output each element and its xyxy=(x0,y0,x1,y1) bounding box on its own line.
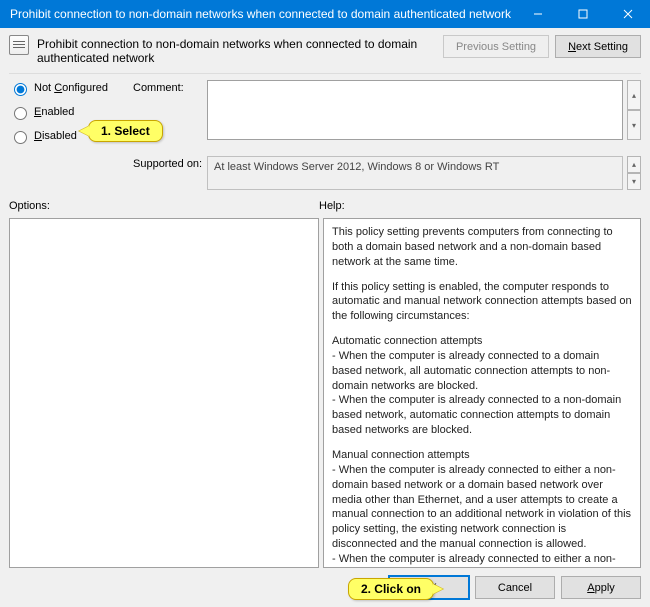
help-text: - When the computer is already connected… xyxy=(332,393,632,438)
radio-disabled-input[interactable] xyxy=(14,131,27,144)
radio-not-configured[interactable]: Not Configured xyxy=(9,80,129,96)
annotation-click: 2. Click on xyxy=(348,578,434,600)
policy-title: Prohibit connection to non-domain networ… xyxy=(37,35,435,65)
radio-enabled-input[interactable] xyxy=(14,107,27,120)
help-heading: Automatic connection attempts xyxy=(332,334,632,349)
close-button[interactable] xyxy=(605,0,650,28)
window-title: Prohibit connection to non-domain networ… xyxy=(10,7,511,21)
help-pane[interactable]: This policy setting prevents computers f… xyxy=(323,218,641,568)
window-controls xyxy=(515,0,650,28)
client-area: Prohibit connection to non-domain networ… xyxy=(0,28,650,607)
help-text: - When the computer is already connected… xyxy=(332,552,632,568)
policy-icon xyxy=(9,35,29,55)
comment-label: Comment: xyxy=(133,80,203,94)
minimize-button[interactable] xyxy=(515,0,560,28)
radio-not-configured-input[interactable] xyxy=(14,83,27,96)
next-setting-button[interactable]: Next Setting xyxy=(555,35,641,58)
options-label: Options: xyxy=(9,200,319,212)
previous-setting-button: Previous Setting xyxy=(443,35,549,58)
options-pane xyxy=(9,218,319,568)
supported-scroll-up[interactable]: ▴ xyxy=(627,156,641,173)
supported-on-text: At least Windows Server 2012, Windows 8 … xyxy=(207,156,623,190)
apply-button[interactable]: Apply xyxy=(561,576,641,599)
maximize-button[interactable] xyxy=(560,0,605,28)
radio-enabled[interactable]: Enabled xyxy=(9,104,129,120)
comment-scroll-down[interactable]: ▾ xyxy=(627,110,641,140)
help-text: - When the computer is already connected… xyxy=(332,349,632,394)
help-text: - When the computer is already connected… xyxy=(332,463,632,552)
cancel-button[interactable]: Cancel xyxy=(475,576,555,599)
comment-input[interactable] xyxy=(207,80,623,140)
titlebar: Prohibit connection to non-domain networ… xyxy=(0,0,650,28)
supported-scroll-down[interactable]: ▾ xyxy=(627,173,641,190)
supported-label: Supported on: xyxy=(133,156,203,170)
comment-scroll-up[interactable]: ▴ xyxy=(627,80,641,110)
help-label: Help: xyxy=(319,200,345,212)
radio-enabled-label: Enabled xyxy=(34,106,74,118)
annotation-select: 1. Select xyxy=(88,120,163,142)
radio-disabled-label: Disabled xyxy=(34,130,77,142)
help-text: This policy setting prevents computers f… xyxy=(332,225,632,270)
help-text: If this policy setting is enabled, the c… xyxy=(332,280,632,325)
separator xyxy=(9,73,641,74)
help-heading: Manual connection attempts xyxy=(332,448,632,463)
radio-not-configured-label: Not Configured xyxy=(34,82,108,94)
